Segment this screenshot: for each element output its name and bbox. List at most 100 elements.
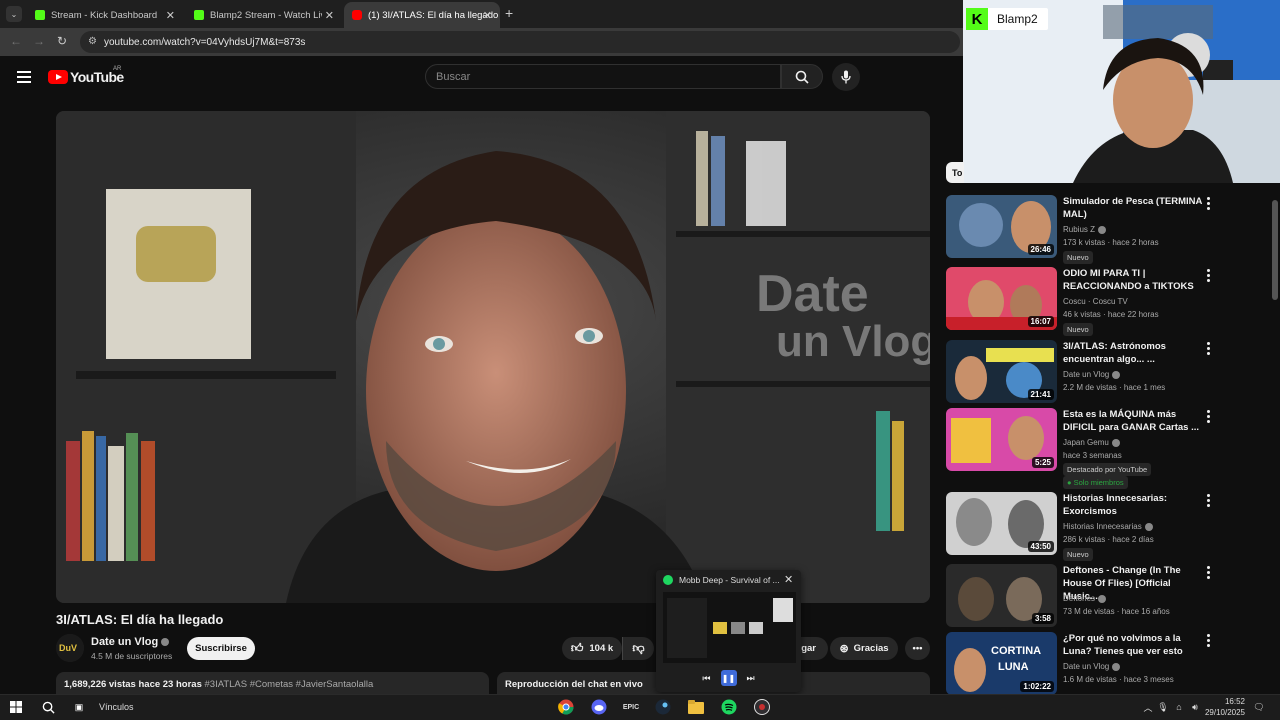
more-vert-icon[interactable] <box>1206 342 1212 356</box>
video-thumbnail[interactable]: 5:25 <box>946 408 1057 471</box>
recommendation-item[interactable]: 5:25 Esta es la MÁQUINA más DIFICIL para… <box>946 408 1226 489</box>
recommendation-meta: hace 3 semanas <box>1063 451 1122 460</box>
spotify-mini-player[interactable]: Mobb Deep - Survival of ... ✕ ⏮ ❚❚ ⏭ <box>656 570 801 692</box>
recommendation-title[interactable]: Simulador de Pesca (TERMINA MAL) <box>1063 195 1203 221</box>
pause-button[interactable]: ❚❚ <box>720 670 737 686</box>
windows-taskbar <box>0 694 1280 720</box>
video-thumbnail[interactable]: 43:50 <box>946 492 1057 555</box>
more-vert-icon[interactable] <box>1206 269 1212 283</box>
recommendation-title[interactable]: Esta es la MÁQUINA más DIFICIL para GANA… <box>1063 408 1203 434</box>
recommendation-channel: Date un Vlog <box>1063 370 1121 379</box>
chrome-icon[interactable] <box>557 698 575 716</box>
recommendation-item[interactable]: 3:58 Deftones - Change (In The House Of … <box>946 564 1226 628</box>
tab-close-icon[interactable]: ✕ <box>166 9 175 22</box>
spotify-taskbar-icon[interactable] <box>720 698 738 716</box>
recommendation-title[interactable]: ¿Por qué no volvimos a la Luna? Tienes q… <box>1063 632 1203 658</box>
youtube-logo[interactable]: YouTube AR <box>48 66 124 85</box>
recommendation-item[interactable]: 43:50 Historias Innecesarias: Exorcismos… <box>946 492 1226 561</box>
spotify-logo-icon <box>663 575 673 585</box>
address-bar[interactable]: ⚙ youtube.com/watch?v=04VyhdsUj7M&t=873s <box>80 31 960 53</box>
video-thumbnail[interactable]: 26:46 <box>946 195 1057 258</box>
dislike-button[interactable]: 👎︎ <box>622 637 654 660</box>
more-vert-icon[interactable] <box>1206 566 1212 580</box>
filter-chip-all[interactable]: To <box>946 162 964 183</box>
tab-close-icon[interactable]: ✕ <box>483 9 492 22</box>
tab-search-button[interactable]: ⌄ <box>6 6 22 22</box>
recommendation-title[interactable]: Historias Innecesarias: Exorcismos <box>1063 492 1203 518</box>
search-icon <box>42 701 55 714</box>
view-stats: 1,689,226 vistas hace 23 horas <box>64 679 202 690</box>
back-arrow-icon[interactable]: ← <box>10 34 22 48</box>
next-track-icon[interactable]: ⏭ <box>747 673 755 684</box>
channel-logo-icon: DuV <box>56 634 84 662</box>
video-thumbnail[interactable]: 3:58 <box>946 564 1057 627</box>
epic-games-icon[interactable]: EPIC <box>622 698 640 716</box>
thanks-button[interactable]: ⊛ Gracias <box>830 637 898 660</box>
video-thumbnail[interactable]: 21:41 <box>946 340 1057 403</box>
more-vert-icon[interactable] <box>1206 634 1212 648</box>
spotify-logo-icon <box>721 699 737 715</box>
members-only-badge: ● Solo miembros <box>1063 476 1128 489</box>
links-toolbar[interactable]: Vínculos <box>99 702 134 712</box>
channel-avatar[interactable]: DuV <box>56 634 84 662</box>
notifications-icon[interactable]: 🗨︎ <box>1250 698 1268 716</box>
recommendation-item[interactable]: 16:07 ODIO MI PARA TI | REACCIONANDO a T… <box>946 267 1226 337</box>
menu-icon[interactable] <box>17 71 31 83</box>
search-input[interactable]: Buscar <box>425 64 781 89</box>
more-vert-icon[interactable] <box>1206 410 1212 424</box>
discord-icon[interactable] <box>590 698 608 716</box>
description-box[interactable]: 1,689,226 vistas hace 23 horas #3IATLAS … <box>56 672 489 694</box>
subscribe-button[interactable]: Suscribirse <box>187 637 255 660</box>
channel-name[interactable]: Date un Vlog <box>91 636 170 648</box>
recommendation-title[interactable]: 3I/ATLAS: Astrónomos encuentran algo... … <box>1063 340 1203 366</box>
recommendation-title[interactable]: ODIO MI PARA TI | REACCIONANDO a TIKTOKS <box>1063 267 1203 293</box>
steam-icon[interactable] <box>654 698 672 716</box>
video-thumbnail[interactable]: CORTINA LUNA 1:02:22 <box>946 632 1057 695</box>
spotify-header: Mobb Deep - Survival of ... <box>663 575 780 585</box>
voice-search-button[interactable] <box>832 63 860 91</box>
search-button[interactable] <box>781 64 823 89</box>
tab-label: (1) 3I/ATLAS: El día ha llegado <box>368 9 499 21</box>
more-actions-button[interactable]: ••• <box>905 637 930 660</box>
svg-text:Date: Date <box>756 265 869 323</box>
more-vert-icon[interactable] <box>1206 494 1212 508</box>
forward-arrow-icon[interactable]: → <box>33 34 45 48</box>
site-info-icon[interactable]: ⚙ <box>88 36 97 47</box>
hashtags[interactable]: #3IATLAS #Cometas #JavierSantaolalla <box>205 679 374 690</box>
close-icon[interactable]: ✕ <box>784 573 793 586</box>
tab-blamp2-stream[interactable]: Blamp2 Stream - Watch Live on ✕ <box>186 2 342 28</box>
tab-kick-dashboard[interactable]: Stream - Kick Dashboard ✕ <box>27 2 183 28</box>
more-vert-icon[interactable] <box>1206 197 1212 211</box>
recommendation-channel: Date un Vlog <box>1063 662 1121 671</box>
system-clock[interactable]: 16:52 29/10/2025 <box>1195 696 1245 718</box>
like-button[interactable]: 👍︎ 104 k <box>562 637 622 660</box>
recommendation-meta: 2.2 M de vistas · hace 1 mes <box>1063 383 1166 392</box>
new-tab-icon[interactable]: + <box>505 5 513 21</box>
video-thumbnail[interactable]: 16:07 <box>946 267 1057 330</box>
windows-start-icon[interactable] <box>7 698 25 716</box>
like-count: 104 k <box>589 643 614 654</box>
video-duration: 21:41 <box>1027 389 1054 400</box>
window-preview[interactable] <box>663 592 796 663</box>
discord-logo-icon <box>591 699 607 715</box>
recommendation-item[interactable]: 21:41 3I/ATLAS: Astrónomos encuentran al… <box>946 340 1226 404</box>
tab-close-icon[interactable]: ✕ <box>325 9 334 22</box>
microphone-icon <box>841 70 851 84</box>
recommendation-meta: 173 k vistas · hace 2 horas <box>1063 238 1159 247</box>
scrollbar-thumb[interactable] <box>1272 200 1278 300</box>
taskbar-search-icon[interactable] <box>39 698 57 716</box>
reload-icon[interactable]: ↻ <box>57 34 67 48</box>
recommendation-item[interactable]: 26:46 Simulador de Pesca (TERMINA MAL) R… <box>946 195 1226 265</box>
sidebar-scrollbar[interactable] <box>1272 186 1278 681</box>
tab-youtube-video[interactable]: (1) 3I/ATLAS: El día ha llegado ✕ <box>344 2 500 28</box>
verified-icon <box>1098 594 1107 603</box>
previous-track-icon[interactable]: ⏮ <box>702 673 710 684</box>
video-duration: 43:50 <box>1027 541 1054 552</box>
obs-icon[interactable] <box>753 698 771 716</box>
task-view-icon[interactable]: ▣ <box>70 698 88 716</box>
verified-icon <box>1144 522 1153 531</box>
verified-icon <box>1111 438 1120 447</box>
file-explorer-icon[interactable] <box>687 698 705 716</box>
video-player[interactable]: Date un Vlog <box>56 111 930 603</box>
recommendation-item[interactable]: CORTINA LUNA 1:02:22 ¿Por qué no volvimos … <box>946 632 1226 695</box>
